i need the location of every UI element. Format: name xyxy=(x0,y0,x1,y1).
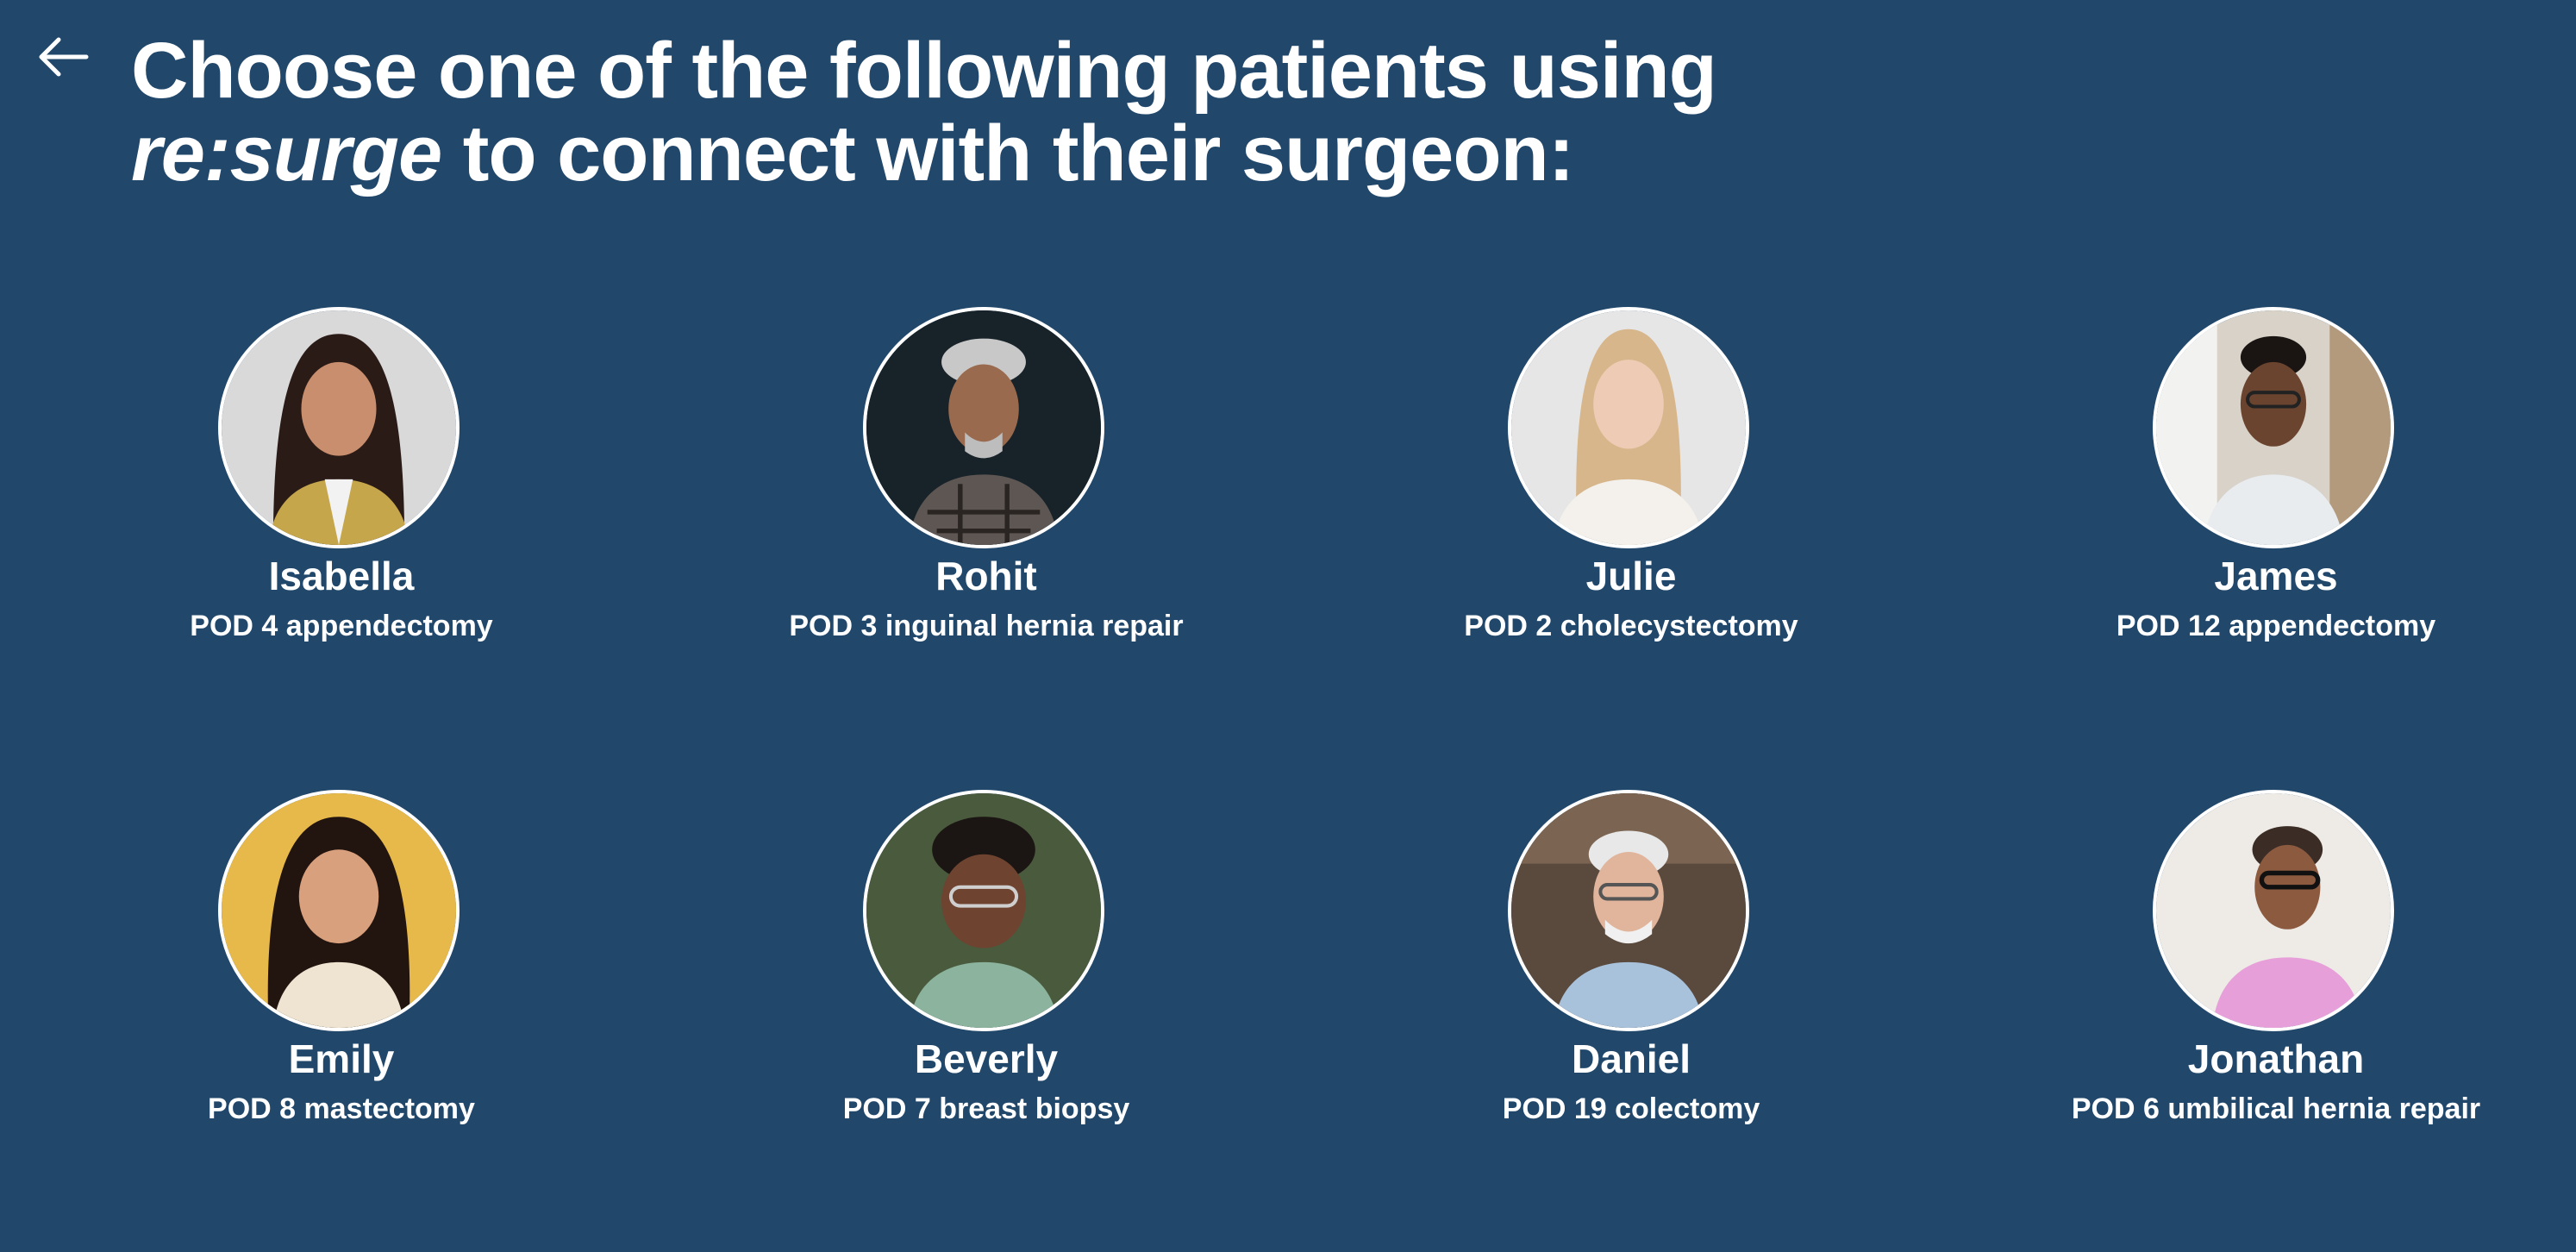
patient-photo xyxy=(1508,790,1749,1031)
patient-name: Beverly xyxy=(914,1036,1059,1081)
patient-card-daniel[interactable]: Daniel POD 19 colectomy xyxy=(1372,790,1890,1152)
patient-card-emily[interactable]: Emily POD 8 mastectomy xyxy=(83,790,600,1152)
patient-name: Daniel xyxy=(1571,1036,1691,1081)
patient-name: Emily xyxy=(288,1036,395,1081)
patient-photo-image xyxy=(222,310,456,545)
patient-photo xyxy=(863,790,1104,1031)
page-title: Choose one of the following patients usi… xyxy=(131,27,1717,197)
patient-photo-image xyxy=(866,793,1101,1028)
patient-photo xyxy=(1508,307,1749,548)
patient-photo-image xyxy=(1511,793,1746,1028)
back-button[interactable] xyxy=(34,31,95,83)
patient-photo xyxy=(2153,790,2394,1031)
arrow-left-icon xyxy=(39,37,89,77)
patient-procedure: POD 12 appendectomy xyxy=(2116,610,2436,642)
patient-photo-image xyxy=(2156,793,2391,1028)
patient-photo xyxy=(218,790,460,1031)
patient-procedure: POD 6 umbilical hernia repair xyxy=(2071,1092,2481,1125)
patient-card-james[interactable]: James POD 12 appendectomy xyxy=(2017,307,2535,669)
patient-procedure: POD 7 breast biopsy xyxy=(842,1092,1130,1125)
patient-name: Julie xyxy=(1585,554,1677,598)
patient-name: Rohit xyxy=(935,554,1037,598)
patient-procedure: POD 8 mastectomy xyxy=(208,1092,475,1125)
patient-grid: Isabella POD 4 appendectomy Rohit POD 3 … xyxy=(0,307,2576,1169)
patient-photo-image xyxy=(2156,310,2391,545)
patient-photo xyxy=(218,307,460,548)
title-line-2: to connect with their surgeon: xyxy=(441,110,1575,197)
patient-procedure: POD 2 cholecystectomy xyxy=(1464,610,1798,642)
title-line-1: Choose one of the following patients usi… xyxy=(131,27,1717,115)
patient-card-rohit[interactable]: Rohit POD 3 inguinal hernia repair xyxy=(728,307,1245,669)
patient-procedure: POD 19 colectomy xyxy=(1502,1092,1760,1125)
patient-photo-image xyxy=(222,793,456,1028)
patient-photo xyxy=(2153,307,2394,548)
patient-name: Jonathan xyxy=(2187,1036,2365,1081)
brand-name: re:surge xyxy=(131,110,442,197)
patient-card-isabella[interactable]: Isabella POD 4 appendectomy xyxy=(83,307,600,669)
patient-procedure: POD 4 appendectomy xyxy=(190,610,493,642)
patient-card-julie[interactable]: Julie POD 2 cholecystectomy xyxy=(1372,307,1890,669)
patient-photo-image xyxy=(866,310,1101,545)
patient-procedure: POD 3 inguinal hernia repair xyxy=(789,610,1184,642)
patient-card-jonathan[interactable]: Jonathan POD 6 umbilical hernia repair xyxy=(2017,790,2535,1152)
patient-photo-image xyxy=(1511,310,1746,545)
patient-name: Isabella xyxy=(268,554,415,598)
patient-photo xyxy=(863,307,1104,548)
patient-card-beverly[interactable]: Beverly POD 7 breast biopsy xyxy=(728,790,1245,1152)
patient-name: James xyxy=(2214,554,2338,598)
